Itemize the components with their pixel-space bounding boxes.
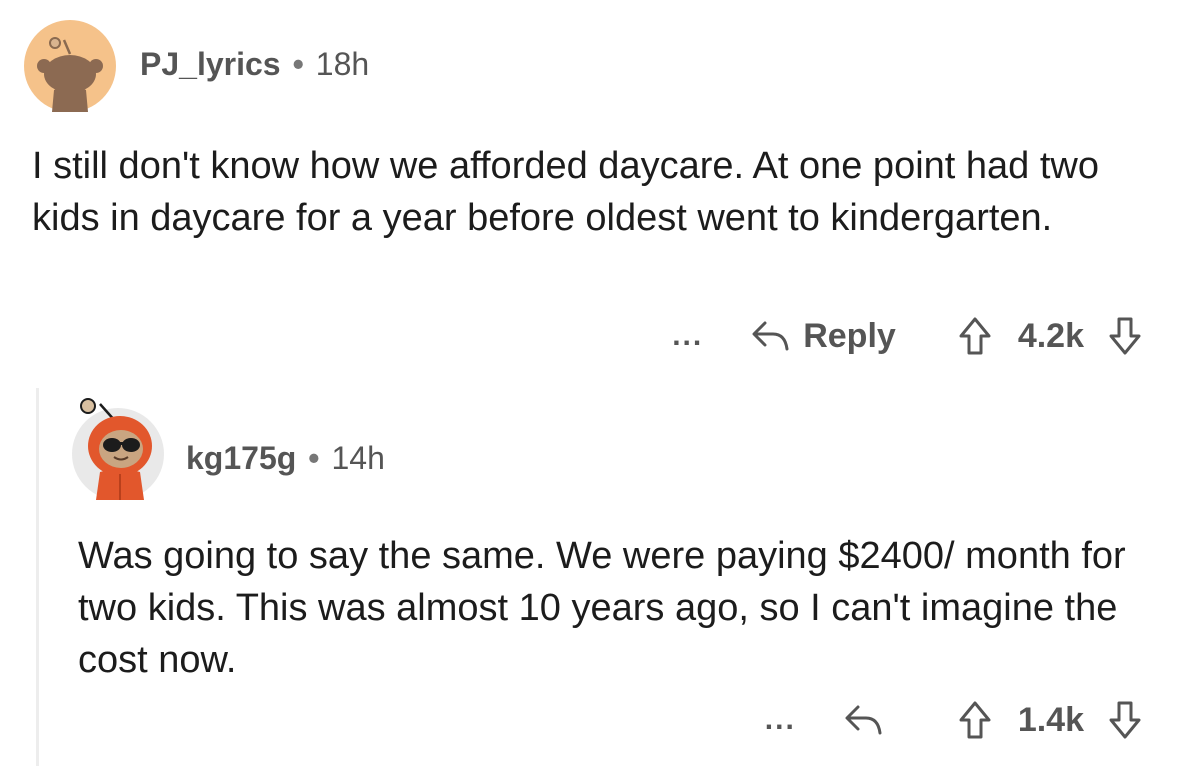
comment-meta: kg175g • 14h: [186, 440, 385, 477]
vote-score: 1.4k: [1017, 700, 1084, 739]
comment-pj-lyrics: PJ_lyrics • 18h I still don't know how we …: [0, 0, 1182, 386]
reply-button[interactable]: Reply: [751, 317, 896, 356]
snoo-avatar-tan-icon: [24, 20, 116, 112]
upvote-button[interactable]: [958, 700, 992, 740]
reply-arrow-icon: [752, 321, 789, 351]
avatar[interactable]: [24, 20, 116, 112]
snoo-avatar-orange-hoodie-sunglasses-icon: [72, 398, 164, 500]
vote-controls: 1.4k: [958, 700, 1142, 740]
comment-actions: ... 1.4k: [765, 698, 1142, 742]
meta-separator: •: [292, 46, 304, 82]
username[interactable]: PJ_lyrics: [140, 46, 281, 82]
vote-controls: 4.2k: [958, 316, 1142, 356]
downvote-arrow-icon: [1109, 701, 1141, 739]
reply-label: Reply: [803, 316, 896, 355]
comment-body: I still don't know how we afforded dayca…: [32, 145, 1099, 239]
upvote-arrow-icon: [959, 317, 991, 355]
reply-button[interactable]: [844, 703, 896, 737]
timestamp: 14h: [331, 440, 385, 476]
meta-separator: •: [308, 440, 320, 476]
comment-body: Was going to say the same. We were payin…: [78, 535, 1126, 681]
downvote-button[interactable]: [1108, 700, 1142, 740]
more-options-button[interactable]: ...: [765, 698, 796, 742]
upvote-button[interactable]: [958, 316, 992, 356]
downvote-arrow-icon: [1109, 317, 1141, 355]
timestamp: 18h: [315, 46, 370, 82]
downvote-button[interactable]: [1108, 316, 1142, 356]
thread-line[interactable]: [36, 388, 39, 766]
username[interactable]: kg175g: [186, 440, 296, 476]
upvote-arrow-icon: [959, 701, 991, 739]
more-options-button[interactable]: ...: [672, 314, 703, 358]
avatar[interactable]: [70, 396, 166, 502]
comment-meta: PJ_lyrics • 18h: [140, 46, 369, 83]
vote-score: 4.2k: [1017, 316, 1084, 355]
reply-arrow-icon: [845, 705, 882, 735]
comment-actions: ... Reply 4.2k: [672, 314, 1142, 358]
